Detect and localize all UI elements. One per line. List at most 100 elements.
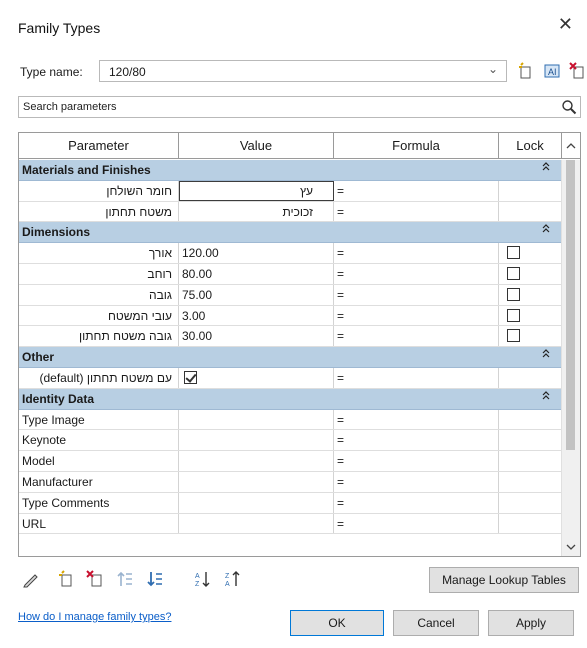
help-link[interactable]: How do I manage family types? — [18, 611, 171, 623]
parameter-name-cell[interactable]: Keynote — [19, 430, 179, 451]
move-down-icon[interactable] — [144, 568, 166, 590]
formula-cell[interactable]: = — [334, 326, 499, 347]
lock-cell[interactable] — [499, 305, 562, 326]
lock-checkbox[interactable] — [507, 246, 520, 260]
parameter-row: גובה 75.00 = — [19, 284, 562, 306]
formula-cell[interactable]: = — [334, 492, 499, 513]
formula-cell[interactable]: = — [334, 367, 499, 388]
collapse-group-icon[interactable] — [542, 349, 550, 362]
formula-cell[interactable]: = — [334, 243, 499, 263]
search-parameters-input[interactable]: Search parameters — [18, 96, 581, 118]
header-parameter[interactable]: Parameter — [19, 133, 179, 159]
value-cell[interactable]: עץ — [179, 180, 334, 201]
title-bar: Family Types ✕ — [0, 0, 587, 46]
parameter-name-cell[interactable]: URL — [19, 513, 179, 534]
value-cell[interactable]: 3.00 — [179, 305, 334, 326]
formula-cell[interactable]: = — [334, 305, 499, 326]
formula-cell[interactable]: = — [334, 430, 499, 451]
value-cell[interactable] — [179, 409, 334, 430]
formula-cell[interactable]: = — [334, 284, 499, 305]
lock-checkbox[interactable] — [507, 287, 520, 301]
header-lock[interactable]: Lock — [499, 133, 562, 159]
formula-cell[interactable]: = — [334, 201, 499, 222]
value-cell[interactable]: 80.00 — [179, 263, 334, 284]
collapse-group-icon[interactable] — [542, 162, 550, 175]
sort-ascending-icon[interactable]: AZ — [192, 568, 214, 590]
apply-button[interactable]: Apply — [488, 610, 574, 636]
value-cell[interactable]: 30.00 — [179, 326, 334, 347]
type-name-label: Type name: — [20, 65, 83, 79]
parameter-name-cell[interactable]: אורך — [19, 243, 179, 263]
scroll-down-icon[interactable] — [566, 543, 576, 554]
parameter-name-cell[interactable]: Type Comments — [19, 492, 179, 513]
group-header-row[interactable]: Materials and Finishes — [19, 160, 562, 181]
search-icon[interactable] — [561, 99, 577, 118]
value-cell[interactable]: זכוכית — [179, 201, 334, 222]
lock-cell[interactable] — [499, 326, 562, 347]
scroll-up-icon[interactable] — [562, 133, 580, 159]
value-cell[interactable] — [179, 471, 334, 492]
cancel-button[interactable]: Cancel — [393, 610, 479, 636]
parameter-name-cell[interactable]: עם משטח תחתון (default) — [19, 367, 179, 388]
group-header-row[interactable]: Dimensions — [19, 222, 562, 244]
value-cell[interactable] — [179, 492, 334, 513]
parameter-name-cell[interactable]: משטח תחתון — [19, 201, 179, 222]
new-parameter-icon[interactable] — [54, 568, 76, 590]
parameter-name-cell[interactable]: Manufacturer — [19, 471, 179, 492]
move-up-icon[interactable] — [114, 568, 136, 590]
lock-cell[interactable] — [499, 471, 562, 492]
group-header-row[interactable]: Identity Data — [19, 388, 562, 410]
formula-cell[interactable]: = — [334, 513, 499, 534]
parameter-name-cell[interactable]: Model — [19, 451, 179, 471]
formula-cell[interactable]: = — [334, 471, 499, 492]
new-type-icon[interactable] — [515, 60, 537, 82]
lock-cell[interactable] — [499, 513, 562, 534]
edit-pencil-icon[interactable] — [20, 568, 42, 590]
parameter-name-cell[interactable]: עובי המשטח — [19, 305, 179, 326]
ok-button[interactable]: OK — [290, 610, 384, 636]
vertical-scrollbar[interactable] — [561, 160, 580, 556]
lock-cell[interactable] — [499, 180, 562, 201]
delete-parameter-icon[interactable] — [84, 568, 106, 590]
header-value[interactable]: Value — [179, 133, 334, 159]
manage-lookup-tables-button[interactable]: Manage Lookup Tables — [429, 567, 579, 593]
lock-checkbox[interactable] — [507, 266, 520, 280]
collapse-group-icon[interactable] — [542, 390, 550, 404]
value-cell[interactable] — [179, 430, 334, 451]
formula-cell[interactable]: = — [334, 409, 499, 430]
parameter-name-cell[interactable]: חומר השולחן — [19, 180, 179, 201]
scrollbar-thumb[interactable] — [566, 160, 575, 450]
lock-checkbox[interactable] — [507, 308, 520, 322]
lock-cell[interactable] — [499, 284, 562, 305]
collapse-group-icon[interactable] — [542, 224, 550, 237]
parameter-name-cell[interactable]: רוחב — [19, 263, 179, 284]
lock-cell[interactable] — [499, 409, 562, 430]
formula-cell[interactable]: = — [334, 451, 499, 471]
group-header-row[interactable]: Other — [19, 347, 562, 368]
sort-descending-icon[interactable]: ZA — [222, 568, 244, 590]
value-cell[interactable] — [179, 451, 334, 471]
value-cell[interactable] — [179, 367, 334, 388]
parameter-name-cell[interactable]: Type Image — [19, 409, 179, 430]
rename-type-icon[interactable]: AI — [541, 60, 563, 82]
lock-cell[interactable] — [499, 243, 562, 263]
delete-type-icon[interactable] — [567, 60, 587, 82]
formula-cell[interactable]: = — [334, 263, 499, 284]
lock-cell[interactable] — [499, 492, 562, 513]
parameter-name-cell[interactable]: גובה משטח תחתון — [19, 326, 179, 347]
close-icon[interactable]: ✕ — [558, 14, 573, 35]
type-name-select[interactable]: 120/80 ⌄ — [99, 60, 507, 82]
value-cell[interactable]: 75.00 — [179, 284, 334, 305]
lock-cell[interactable] — [499, 430, 562, 451]
value-checkbox[interactable] — [184, 370, 197, 384]
lock-checkbox[interactable] — [507, 329, 520, 343]
parameter-name-cell[interactable]: גובה — [19, 284, 179, 305]
formula-cell[interactable]: = — [334, 180, 499, 201]
lock-cell[interactable] — [499, 367, 562, 388]
header-formula[interactable]: Formula — [334, 133, 499, 159]
lock-cell[interactable] — [499, 263, 562, 284]
value-cell[interactable]: 120.00 — [179, 243, 334, 263]
lock-cell[interactable] — [499, 201, 562, 222]
value-cell[interactable] — [179, 513, 334, 534]
lock-cell[interactable] — [499, 451, 562, 471]
